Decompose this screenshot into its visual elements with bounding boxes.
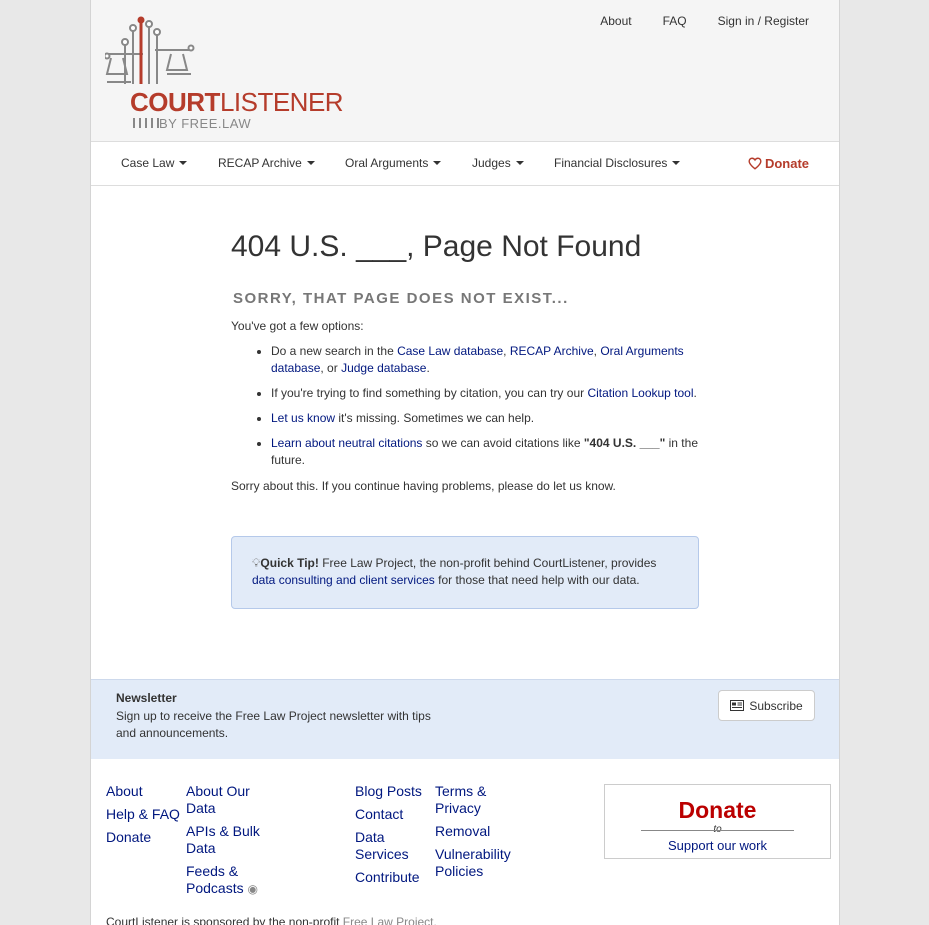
footer-data-services-link[interactable]: Data Services [355, 829, 431, 863]
newspaper-icon [730, 700, 745, 711]
faq-link[interactable]: FAQ [663, 14, 687, 28]
text: Do a new search in the [271, 344, 398, 358]
case-law-database-link[interactable]: Case Law database [397, 344, 503, 358]
footer-column-3: Blog Posts Contact Data Services Contrib… [355, 783, 431, 892]
caret-down-icon [672, 161, 681, 165]
list-item: Learn about neutral citations so we can … [271, 435, 701, 469]
list-item: Let us know it's missing. Sometimes we c… [271, 410, 701, 427]
footer-removal-link[interactable]: Removal [435, 823, 525, 840]
top-links: About FAQ Sign in / Register [600, 14, 809, 28]
signin-register-link[interactable]: Sign in / Register [718, 14, 809, 28]
tip-label: Quick Tip! [260, 556, 319, 570]
nav-label: Case Law [121, 156, 175, 170]
nav-donate-button[interactable]: Donate [748, 156, 809, 171]
footer-contact-link[interactable]: Contact [355, 806, 431, 823]
free-law-project-link[interactable]: Free Law Project. [343, 915, 437, 925]
page-title: 404 U.S. ___, Page Not Found [231, 230, 642, 263]
text: so we can avoid citations like [422, 436, 584, 450]
caret-down-icon [433, 161, 442, 165]
sponsor-line: CourtListener is sponsored by the non-pr… [106, 915, 437, 925]
recap-archive-link[interactable]: RECAP Archive [510, 344, 594, 358]
nav-label: Judges [472, 156, 511, 170]
main-content: 404 U.S. ___, Page Not Found Sorry, that… [231, 230, 701, 495]
list-item: Do a new search in the Case Law database… [271, 343, 701, 377]
footer-terms-link[interactable]: Terms & Privacy [435, 783, 525, 817]
page-subtitle: Sorry, that page does not exist... [233, 290, 569, 307]
footer-contribute-link[interactable]: Contribute [355, 869, 431, 886]
donate-heading: Donate [678, 797, 757, 823]
text: it's missing. Sometimes we can help. [335, 411, 535, 425]
support-our-work: Support our work [668, 838, 767, 853]
text: , [503, 344, 510, 358]
intro-text: You've got a few options: [231, 319, 364, 333]
options-list: Do a new search in the Case Law database… [271, 343, 701, 469]
subscribe-label: Subscribe [749, 698, 803, 713]
footer-about-link[interactable]: About [106, 783, 186, 800]
heart-icon [748, 157, 762, 170]
newsletter-description: Sign up to receive the Free Law Project … [116, 709, 431, 740]
let-us-know-link[interactable]: Let us know [271, 411, 335, 425]
footer-column-4: Terms & Privacy Removal Vulnerability Po… [435, 783, 525, 886]
main-nav: Case Law RECAP Archive Oral Arguments Ju… [91, 142, 839, 186]
nav-recap-archive[interactable]: RECAP Archive [218, 156, 315, 170]
feeds-label: Feeds & Podcasts [186, 863, 244, 896]
text: If you're trying to find something by ci… [271, 386, 588, 400]
brand-byline: BY FREE.LAW [159, 116, 252, 131]
subscribe-button[interactable]: Subscribe [718, 690, 815, 721]
judge-database-link[interactable]: Judge database [341, 361, 426, 375]
sponsor-text: CourtListener is sponsored by the non-pr… [106, 915, 343, 925]
site-header: COURTLISTENER BY FREE.LAW About FAQ Sign… [91, 0, 839, 142]
text: . [426, 361, 430, 375]
nav-label: RECAP Archive [218, 156, 302, 170]
footer-donate-link[interactable]: Donate [106, 829, 186, 846]
footer-help-faq-link[interactable]: Help & FAQ [106, 806, 186, 823]
nav-case-law[interactable]: Case Law [121, 156, 188, 170]
list-item: If you're trying to find something by ci… [271, 385, 701, 402]
tip-text: Free Law Project, the non-profit behind … [318, 556, 657, 570]
tip-end: for those that need help with our data. [434, 573, 640, 587]
brand-court: COURT [130, 87, 220, 117]
footer-donate-box[interactable]: Donate to Support our work [604, 784, 831, 859]
brand-wordmark: COURTLISTENER [130, 87, 344, 117]
closing-text: Sorry about this. If you continue having… [231, 479, 616, 493]
quick-tip-box: 💡︎Quick Tip! Free Law Project, the non-p… [231, 536, 699, 609]
footer-column-1: About Help & FAQ Donate [106, 783, 186, 852]
podcast-icon: ◉ [247, 882, 258, 896]
nav-judges[interactable]: Judges [472, 156, 524, 170]
footer-feeds-podcasts-link[interactable]: Feeds & Podcasts ◉ [186, 863, 276, 898]
caret-down-icon [306, 161, 315, 165]
newsletter-title: Newsletter [116, 691, 177, 705]
footer-column-2: About Our Data APIs & Bulk Data Feeds & … [186, 783, 276, 904]
nav-label: Oral Arguments [345, 156, 429, 170]
courtlistener-logo[interactable]: COURTLISTENER BY FREE.LAW [103, 14, 360, 134]
caret-down-icon [515, 161, 524, 165]
footer-about-data-link[interactable]: About Our Data [186, 783, 276, 817]
donate-label: Donate [764, 156, 809, 171]
newsletter-section: Newsletter Sign up to receive the Free L… [91, 679, 839, 759]
brand-listener: LISTENER [219, 87, 344, 117]
citation-example: "404 U.S. ___" [583, 436, 666, 450]
data-consulting-link[interactable]: data consulting and client services [252, 573, 435, 587]
neutral-citations-link[interactable]: Learn about neutral citations [271, 436, 422, 450]
footer-vulnerability-link[interactable]: Vulnerability Policies [435, 846, 525, 880]
caret-down-icon [179, 161, 188, 165]
page-container: COURTLISTENER BY FREE.LAW About FAQ Sign… [90, 0, 840, 925]
nav-label: Financial Disclosures [554, 156, 668, 170]
footer-apis-link[interactable]: APIs & Bulk Data [186, 823, 276, 857]
about-link[interactable]: About [600, 14, 631, 28]
footer-blog-link[interactable]: Blog Posts [355, 783, 431, 800]
donate-to: to [605, 824, 830, 836]
nav-financial-disclosures[interactable]: Financial Disclosures [554, 156, 681, 170]
nav-oral-arguments[interactable]: Oral Arguments [345, 156, 442, 170]
text: . [693, 386, 697, 400]
text: , or [320, 361, 342, 375]
citation-lookup-link[interactable]: Citation Lookup tool [587, 386, 693, 400]
